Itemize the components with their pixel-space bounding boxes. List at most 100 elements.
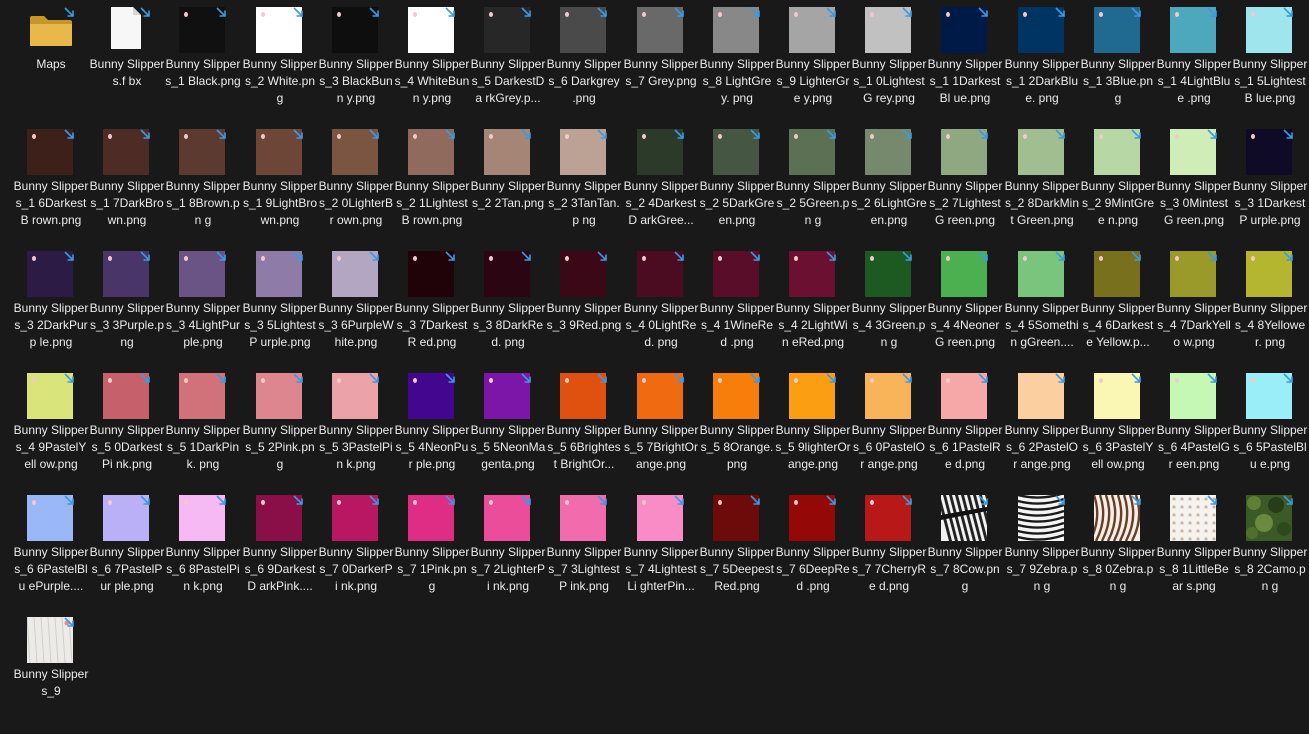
file-item[interactable]: Bunny Slippers_7 9Zebra.pn g — [1004, 490, 1080, 612]
file-item[interactable]: Bunny Slippers_5 4NeonPur ple.png — [394, 368, 470, 490]
file-item[interactable]: Bunny Slippers_7 5Deepest Red.png — [699, 490, 775, 612]
file-item[interactable]: Bunny Slippers_6 Darkgrey .png — [546, 2, 622, 124]
file-item[interactable]: Bunny Slippers_2 7LightestG reen.png — [927, 124, 1003, 246]
file-item[interactable]: Bunny Slippers_1 2DarkBlue. png — [1004, 2, 1080, 124]
file-item[interactable]: Bunny Slippers_7 2LighterPi nk.png — [470, 490, 546, 612]
file-item[interactable]: Bunny Slippers_3 5LightestP urple.png — [242, 246, 318, 368]
file-item[interactable]: Bunny Slippers_3 3Purple.p ng — [89, 246, 165, 368]
file-item[interactable]: Bunny Slippers_6 4PastelGr een.png — [1156, 368, 1232, 490]
file-item[interactable]: Bunny Slippers_5 2Pink.png — [242, 368, 318, 490]
file-name-label: Bunny Slippers_4 5Somethin gGreen.... — [1004, 301, 1080, 349]
shortcut-arrow-icon — [674, 495, 684, 505]
file-item[interactable]: Bunny Slippers_7 Grey.png — [623, 2, 699, 124]
shortcut-arrow-icon — [1283, 495, 1293, 505]
file-item[interactable]: Bunny Slippers_5 9lighterOr ange.png — [775, 368, 851, 490]
file-item[interactable]: Bunny Slippers_4 9PastelYell ow.png — [13, 368, 89, 490]
file-item[interactable]: Bunny Slippers_7 7CherryRe d.png — [851, 490, 927, 612]
file-item[interactable]: Bunny Slippers.f bx — [89, 2, 165, 124]
file-item[interactable]: Bunny Slippers_3 7DarkestR ed.png — [394, 246, 470, 368]
file-name-label: Bunny Slippers_6 2PastelOr ange.png — [1004, 423, 1080, 471]
shortcut-arrow-icon — [445, 373, 455, 383]
file-item[interactable]: Bunny Slippers_3 0MintestG reen.png — [1156, 124, 1232, 246]
file-item[interactable]: Bunny Slippers_4 6Darkeste Yellow.p... — [1080, 246, 1156, 368]
file-item[interactable]: Bunny Slippers_7 3LightestP ink.png — [546, 490, 622, 612]
file-item[interactable]: Bunny Slippers_3 8DarkRed. png — [470, 246, 546, 368]
file-item[interactable]: Bunny Slippers_2 5Green.pn g — [775, 124, 851, 246]
file-item[interactable]: Bunny Slippers_4 WhiteBunn y.png — [394, 2, 470, 124]
file-item[interactable]: Bunny Slippers_8 LightGrey. png — [699, 2, 775, 124]
file-item[interactable]: Bunny Slippers_4 8Yellower. png — [1232, 246, 1308, 368]
file-item[interactable]: Bunny Slippers_9 LighterGre y.png — [775, 2, 851, 124]
file-item[interactable]: Bunny Slippers_1 Black.png — [165, 2, 241, 124]
file-item[interactable]: Bunny Slippers_6 8PastelPin k.png — [165, 490, 241, 612]
file-item[interactable]: Bunny Slippers_5 0DarkestPi nk.png — [89, 368, 165, 490]
file-item[interactable]: Bunny Slippers_6 9DarkestD arkPink.... — [242, 490, 318, 612]
file-item[interactable]: Bunny Slippers_2 White.png — [242, 2, 318, 124]
file-item[interactable]: Bunny Slippers_3 6PurpleW hite.png — [318, 246, 394, 368]
file-item[interactable]: Bunny Slippers_4 0LightRed. png — [623, 246, 699, 368]
file-item[interactable]: Bunny Slippers_1 0LightestG rey.png — [851, 2, 927, 124]
file-item[interactable]: Bunny Slippers_5 1DarkPink. png — [165, 368, 241, 490]
shortcut-arrow-icon — [1131, 7, 1141, 17]
file-item[interactable]: Bunny Slippers_3 4LightPur ple.png — [165, 246, 241, 368]
file-item[interactable]: Bunny Slippers_6 5PastelBlu e.png — [1232, 368, 1308, 490]
file-item[interactable]: Bunny Slippers_2 5DarkGre en.png — [699, 124, 775, 246]
file-item[interactable]: Bunny Slippers_2 0LighterBr own.png — [318, 124, 394, 246]
file-item[interactable]: Bunny Slippers_1 9LightBro wn.png — [242, 124, 318, 246]
file-item[interactable]: Bunny Slippers_5 8Orange. png — [699, 368, 775, 490]
file-item[interactable]: Bunny Slippers_2 4DarkestD arkGree... — [623, 124, 699, 246]
shortcut-arrow-icon — [140, 7, 150, 17]
file-item[interactable]: Bunny Slippers_1 3Blue.png — [1080, 2, 1156, 124]
file-item[interactable]: Bunny Slippers_3 1DarkestP urple.png — [1232, 124, 1308, 246]
file-item[interactable]: Bunny Slippers_7 8Cow.png — [927, 490, 1003, 612]
file-item[interactable]: Bunny Slippers_2 9MintGree n.png — [1080, 124, 1156, 246]
file-item[interactable]: Bunny Slippers_1 6DarkestB rown.png — [13, 124, 89, 246]
file-item[interactable]: Bunny Slippers_5 3PastelPin k.png — [318, 368, 394, 490]
file-item[interactable]: Bunny Slippers_1 7DarkBro wn.png — [89, 124, 165, 246]
file-item[interactable]: Bunny Slippers_1 8Brown.pn g — [165, 124, 241, 246]
file-item[interactable]: Bunny Slippers_7 0DarkerPi nk.png — [318, 490, 394, 612]
file-item[interactable]: Bunny Slippers_3 BlackBunn y.png — [318, 2, 394, 124]
file-item[interactable]: Bunny Slippers_4 3Green.pn g — [851, 246, 927, 368]
file-item[interactable]: Bunny Slippers_3 9Red.png — [546, 246, 622, 368]
file-item[interactable]: Bunny Slippers_9 — [13, 612, 89, 734]
file-item[interactable]: Bunny Slippers_8 1LittleBear s.png — [1156, 490, 1232, 612]
file-item[interactable]: Bunny Slippers_5 7BrightOr ange.png — [623, 368, 699, 490]
file-item[interactable]: Bunny Slippers_5 DarkestDa rkGrey.p... — [470, 2, 546, 124]
file-item[interactable]: Bunny Slippers_6 1PastelRe d.png — [927, 368, 1003, 490]
file-item[interactable]: Bunny Slippers_2 1LightestB rown.png — [394, 124, 470, 246]
folder-item[interactable]: Maps — [13, 2, 89, 124]
file-item[interactable]: Bunny Slippers_2 8DarkMint Green.png — [1004, 124, 1080, 246]
file-item[interactable]: Bunny Slippers_7 4LightestLi ghterPin... — [623, 490, 699, 612]
file-item[interactable]: Bunny Slippers_6 3PastelYell ow.png — [1080, 368, 1156, 490]
file-item[interactable]: Bunny Slippers_8 0Zebra.pn g — [1080, 490, 1156, 612]
file-item[interactable]: Bunny Slippers_1 5LightestB lue.png — [1232, 2, 1308, 124]
file-item[interactable]: Bunny Slippers_5 5NeonMa genta.png — [470, 368, 546, 490]
file-name-label: Bunny Slippers_6 0PastelOr ange.png — [851, 423, 927, 471]
file-item[interactable]: Bunny Slippers_3 2DarkPurp le.png — [13, 246, 89, 368]
image-thumbnail — [1170, 129, 1217, 175]
image-thumbnail — [1170, 7, 1217, 53]
file-item[interactable]: Bunny Slippers_5 6Brightest BrightOr... — [546, 368, 622, 490]
file-item[interactable]: Bunny Slippers_7 6DeepRed .png — [775, 490, 851, 612]
file-item[interactable]: Bunny Slippers_7 1Pink.png — [394, 490, 470, 612]
file-item[interactable]: Bunny Slippers_4 5Somethin gGreen.... — [1004, 246, 1080, 368]
image-thumbnail — [1170, 373, 1217, 419]
shortcut-arrow-icon — [750, 373, 760, 383]
file-item[interactable]: Bunny Slippers_6 2PastelOr ange.png — [1004, 368, 1080, 490]
file-item[interactable]: Bunny Slippers_6 0PastelOr ange.png — [851, 368, 927, 490]
file-item[interactable]: Bunny Slippers_4 4NeonerG reen.png — [927, 246, 1003, 368]
file-item[interactable]: Bunny Slippers_2 2Tan.png — [470, 124, 546, 246]
image-thumbnail — [637, 251, 684, 297]
file-item[interactable]: Bunny Slippers_2 3TanTan.p ng — [546, 124, 622, 246]
file-item[interactable]: Bunny Slippers_1 4LightBlue .png — [1156, 2, 1232, 124]
image-thumbnail — [179, 251, 226, 297]
file-item[interactable]: Bunny Slippers_6 6PastelBlu ePurple.... — [13, 490, 89, 612]
file-item[interactable]: Bunny Slippers_4 7DarkYello w.png — [1156, 246, 1232, 368]
file-item[interactable]: Bunny Slippers_1 1DarkestBl ue.png — [927, 2, 1003, 124]
file-item[interactable]: Bunny Slippers_4 2LightWin eRed.png — [775, 246, 851, 368]
file-item[interactable]: Bunny Slippers_2 6LightGre en.png — [851, 124, 927, 246]
file-item[interactable]: Bunny Slippers_6 7PastelPur ple.png — [89, 490, 165, 612]
file-item[interactable]: Bunny Slippers_4 1WineRed .png — [699, 246, 775, 368]
file-item[interactable]: Bunny Slippers_8 2Camo.pn g — [1232, 490, 1308, 612]
